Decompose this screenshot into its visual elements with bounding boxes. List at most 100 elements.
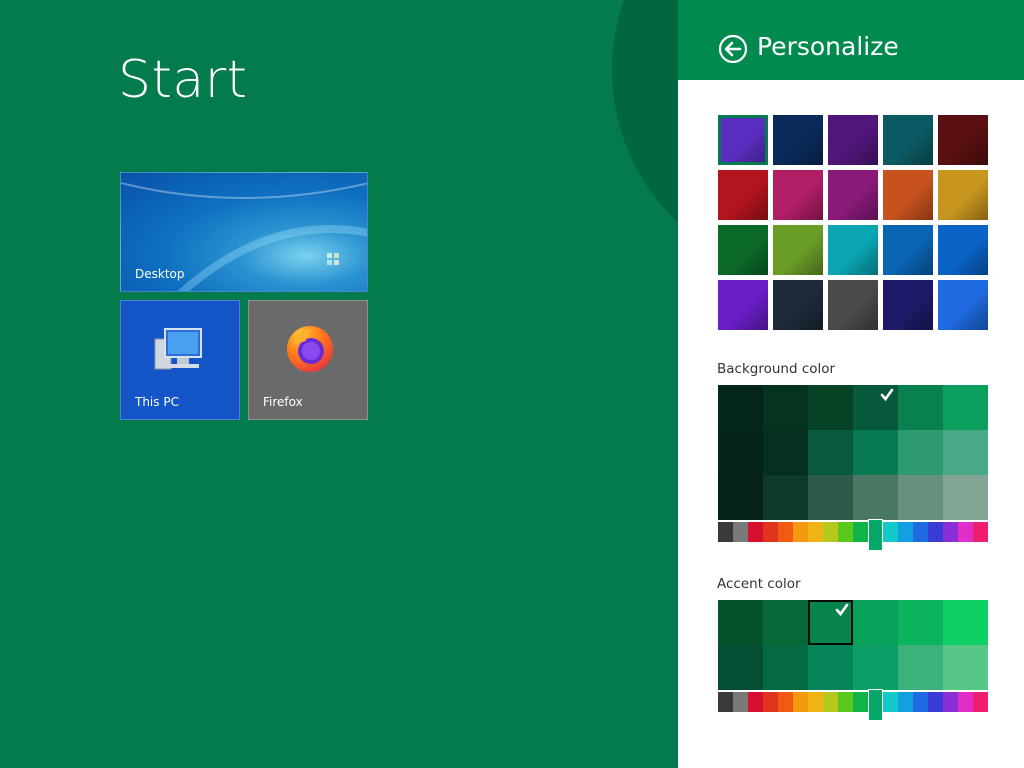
hue-segment[interactable] [763,522,778,542]
hue-segment[interactable] [883,692,898,712]
hue-segment[interactable] [928,692,943,712]
color-swatch[interactable] [898,385,943,430]
desktop-tile[interactable]: Desktop [120,172,368,292]
hue-segment[interactable] [793,692,808,712]
hue-segment[interactable] [853,522,868,542]
color-swatch[interactable] [808,600,853,645]
color-swatch[interactable] [943,600,988,645]
color-swatch[interactable] [808,430,853,475]
color-swatch[interactable] [763,645,808,690]
color-swatch[interactable] [943,475,988,520]
color-swatch[interactable] [763,600,808,645]
wallpaper-thumbnail[interactable] [828,225,878,275]
hue-segment[interactable] [898,522,913,542]
wallpaper-thumbnail[interactable] [718,280,768,330]
hue-segment[interactable] [913,692,928,712]
wallpaper-thumbnail[interactable] [938,280,988,330]
hue-segment[interactable] [733,522,748,542]
color-swatch[interactable] [853,385,898,430]
color-swatch[interactable] [898,645,943,690]
wallpaper-thumbnail[interactable] [718,115,768,165]
wallpaper-thumbnail[interactable] [883,115,933,165]
hue-segment[interactable] [778,522,793,542]
hue-segment[interactable] [883,522,898,542]
color-swatch[interactable] [853,475,898,520]
color-swatch[interactable] [718,385,763,430]
hue-segment[interactable] [973,522,988,542]
color-swatch[interactable] [898,430,943,475]
color-swatch[interactable] [943,430,988,475]
decorative-arc [612,0,678,280]
hue-segment[interactable] [793,522,808,542]
color-swatch[interactable] [943,645,988,690]
hue-segment[interactable] [823,522,838,542]
start-screen: Start Desktop This PC Firefox [0,0,678,768]
color-swatch[interactable] [763,430,808,475]
background-color-label: Background color [717,361,836,377]
hue-slider-handle[interactable] [868,689,883,721]
hue-segment[interactable] [808,692,823,712]
wallpaper-thumbnail[interactable] [938,115,988,165]
hue-segment[interactable] [718,692,733,712]
hue-segment[interactable] [943,522,958,542]
accent-color-grid [718,600,988,690]
color-swatch[interactable] [718,430,763,475]
wallpaper-thumbnail[interactable] [828,280,878,330]
wallpaper-thumbnail[interactable] [773,280,823,330]
color-swatch[interactable] [898,475,943,520]
hue-segment[interactable] [973,692,988,712]
firefox-tile-label: Firefox [263,395,303,409]
wallpaper-thumbnail[interactable] [883,225,933,275]
hue-slider-handle[interactable] [868,519,883,551]
wallpaper-thumbnail[interactable] [938,225,988,275]
color-swatch[interactable] [808,385,853,430]
wallpaper-thumbnail[interactable] [718,225,768,275]
firefox-tile[interactable]: Firefox [248,300,368,420]
hue-segment[interactable] [808,522,823,542]
hue-segment[interactable] [823,692,838,712]
color-swatch[interactable] [853,600,898,645]
hue-segment[interactable] [943,692,958,712]
back-arrow-icon[interactable] [718,34,748,64]
windows-logo-icon [327,253,339,265]
wallpaper-thumbnail[interactable] [828,115,878,165]
color-swatch[interactable] [718,475,763,520]
hue-segment[interactable] [748,692,763,712]
hue-segment[interactable] [778,692,793,712]
color-swatch[interactable] [898,600,943,645]
hue-segment[interactable] [718,522,733,542]
hue-segment[interactable] [838,692,853,712]
color-swatch[interactable] [853,430,898,475]
background-hue-bar [718,522,988,542]
hue-segment[interactable] [838,522,853,542]
this-pc-tile[interactable]: This PC [120,300,240,420]
color-swatch[interactable] [853,645,898,690]
wallpaper-thumbnail[interactable] [773,170,823,220]
firefox-icon [287,326,333,372]
hue-segment[interactable] [898,692,913,712]
hue-segment[interactable] [958,522,973,542]
wallpaper-thumbnail[interactable] [883,280,933,330]
hue-segment[interactable] [748,522,763,542]
hue-segment[interactable] [928,522,943,542]
computer-icon [154,328,202,370]
color-swatch[interactable] [808,645,853,690]
hue-segment[interactable] [913,522,928,542]
wallpaper-thumbnail[interactable] [773,225,823,275]
panel-header: Personalize [678,0,1024,80]
hue-segment[interactable] [853,692,868,712]
wallpaper-thumbnail[interactable] [773,115,823,165]
wallpaper-thumbnail[interactable] [938,170,988,220]
hue-segment[interactable] [763,692,778,712]
hue-segment[interactable] [733,692,748,712]
color-swatch[interactable] [718,645,763,690]
color-swatch[interactable] [763,385,808,430]
color-swatch[interactable] [718,600,763,645]
wallpaper-thumbnail[interactable] [718,170,768,220]
hue-segment[interactable] [958,692,973,712]
color-swatch[interactable] [808,475,853,520]
wallpaper-thumbnail[interactable] [883,170,933,220]
wallpaper-thumbnail[interactable] [828,170,878,220]
color-swatch[interactable] [943,385,988,430]
color-swatch[interactable] [763,475,808,520]
